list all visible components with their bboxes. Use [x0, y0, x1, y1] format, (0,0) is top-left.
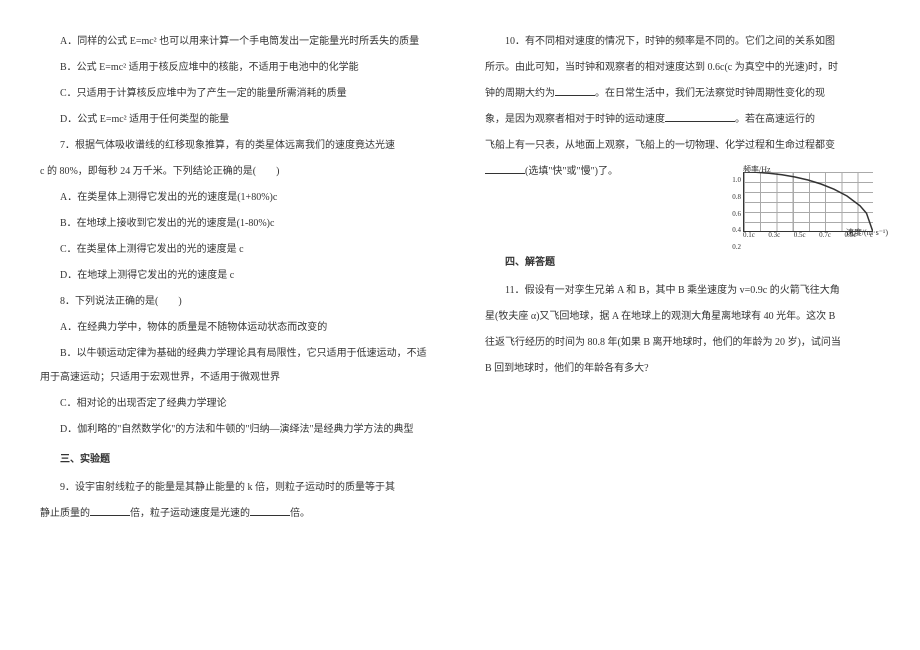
q7-stem-2: c 的 80%，即每秒 24 万千米。下列结论正确的是( ): [40, 160, 435, 184]
q7-option-b: B．在地球上接收到它发出的光的速度是(1-80%)c: [40, 212, 435, 236]
q11-line-1: 11．假设有一对孪生兄弟 A 和 B，其中 B 乘坐速度为 v=0.9c 的火箭…: [485, 279, 880, 303]
left-column: A．同样的公式 E=mc² 也可以用来计算一个手电筒发出一定能量光时所丢失的质量…: [40, 30, 435, 620]
q10-l3-suffix: 。在日常生活中，我们无法察觉时钟周期性变化的现: [595, 88, 825, 99]
q10-blank-1: [555, 84, 595, 96]
q7-option-d: D．在地球上测得它发出的光的速度是 c: [40, 264, 435, 288]
q9-stem-2: 静止质量的 倍，粒子运动速度是光速的 倍。: [40, 502, 435, 526]
q10-line-4: 象，是因为观察者相对于时钟的运动速度 。若在高速运行的: [485, 108, 880, 132]
q10-blank-3: [485, 162, 525, 174]
right-column: 10．有不同相对速度的情况下，时钟的频率是不同的。它们之间的关系如图 所示。由此…: [485, 30, 880, 620]
q6-option-c: C．只适用于计算核反应堆中为了产生一定的能量所需消耗的质量: [40, 82, 435, 106]
chart-x-label: 速度/(m·s⁻¹): [846, 223, 888, 242]
q9-suffix: 倍。: [290, 508, 310, 519]
section-3-title: 三、实验题: [40, 448, 435, 472]
q6-option-b: B．公式 E=mc² 适用于核反应堆中的核能，不适用于电池中的化学能: [40, 56, 435, 80]
q8-option-c: C．相对论的出现否定了经典力学理论: [40, 392, 435, 416]
q10-line-1: 10．有不同相对速度的情况下，时钟的频率是不同的。它们之间的关系如图: [485, 30, 880, 54]
q7-option-c: C．在类星体上测得它发出的光的速度是 c: [40, 238, 435, 262]
q8-option-a: A．在经典力学中，物体的质量是不随物体运动状态而改变的: [40, 316, 435, 340]
frequency-chart: 频率/Hz 1.0 0.8 0.6 0.4 0.2 0.1c: [725, 162, 880, 247]
q10-l4-suffix: 。若在高速运行的: [735, 114, 815, 125]
q11-line-2: 星(牧夫座 α)又飞回地球，据 A 在地球上的观测大角星离地球有 40 光年。这…: [485, 305, 880, 329]
q8-option-d: D．伽利略的"自然数学化"的方法和牛顿的"归纳—演绎法"是经典力学方法的典型: [40, 418, 435, 442]
q10-line-3: 钟的周期大约为 。在日常生活中，我们无法察觉时钟周期性变化的现: [485, 82, 880, 106]
section-4-title: 四、解答题: [485, 251, 880, 275]
q9-blank-1: [90, 504, 130, 516]
q11-line-3: 往返飞行经历的时间为 80.8 年(如果 B 离开地球时，他们的年龄为 20 岁…: [485, 331, 880, 355]
q10-l6-mid: (选填"快"或"慢")了。: [525, 166, 618, 177]
q9-blank-2: [250, 504, 290, 516]
q8-option-b: B．以牛顿运动定律为基础的经典力学理论具有局限性，它只适用于低速运动，不适用于高…: [40, 342, 435, 390]
q10-blank-2: [665, 110, 735, 122]
q9-prefix: 静止质量的: [40, 508, 90, 519]
q9-stem-1: 9．设宇宙射线粒子的能量是其静止能量的 k 倍，则粒子运动时的质量等于其: [40, 476, 435, 500]
q9-mid: 倍，粒子运动速度是光速的: [130, 508, 250, 519]
q7-stem-1: 7．根据气体吸收谱线的红移现象推算，有的类星体远离我们的速度竟达光速: [40, 134, 435, 158]
q7-option-a: A．在类星体上测得它发出的光的速度是(1+80%)c: [40, 186, 435, 210]
q11-line-4: B 回到地球时，他们的年龄各有多大?: [485, 357, 880, 381]
q10-l4-prefix: 象，是因为观察者相对于时钟的运动速度: [485, 114, 665, 125]
chart-y-ticks: 1.0 0.8 0.6 0.4 0.2: [725, 172, 741, 232]
q8-stem: 8．下列说法正确的是( ): [40, 290, 435, 314]
q6-option-a: A．同样的公式 E=mc² 也可以用来计算一个手电筒发出一定能量光时所丢失的质量: [40, 30, 435, 54]
q10-l3-prefix: 钟的周期大约为: [485, 88, 555, 99]
q6-option-d: D．公式 E=mc² 适用于任何类型的能量: [40, 108, 435, 132]
q10-line-5: 飞船上有一只表，从地面上观察，飞船上的一切物理、化学过程和生命过程都变: [485, 134, 880, 158]
q10-line-2: 所示。由此可知，当时钟和观察者的相对速度达到 0.6c(c 为真空中的光速)时，…: [485, 56, 880, 80]
